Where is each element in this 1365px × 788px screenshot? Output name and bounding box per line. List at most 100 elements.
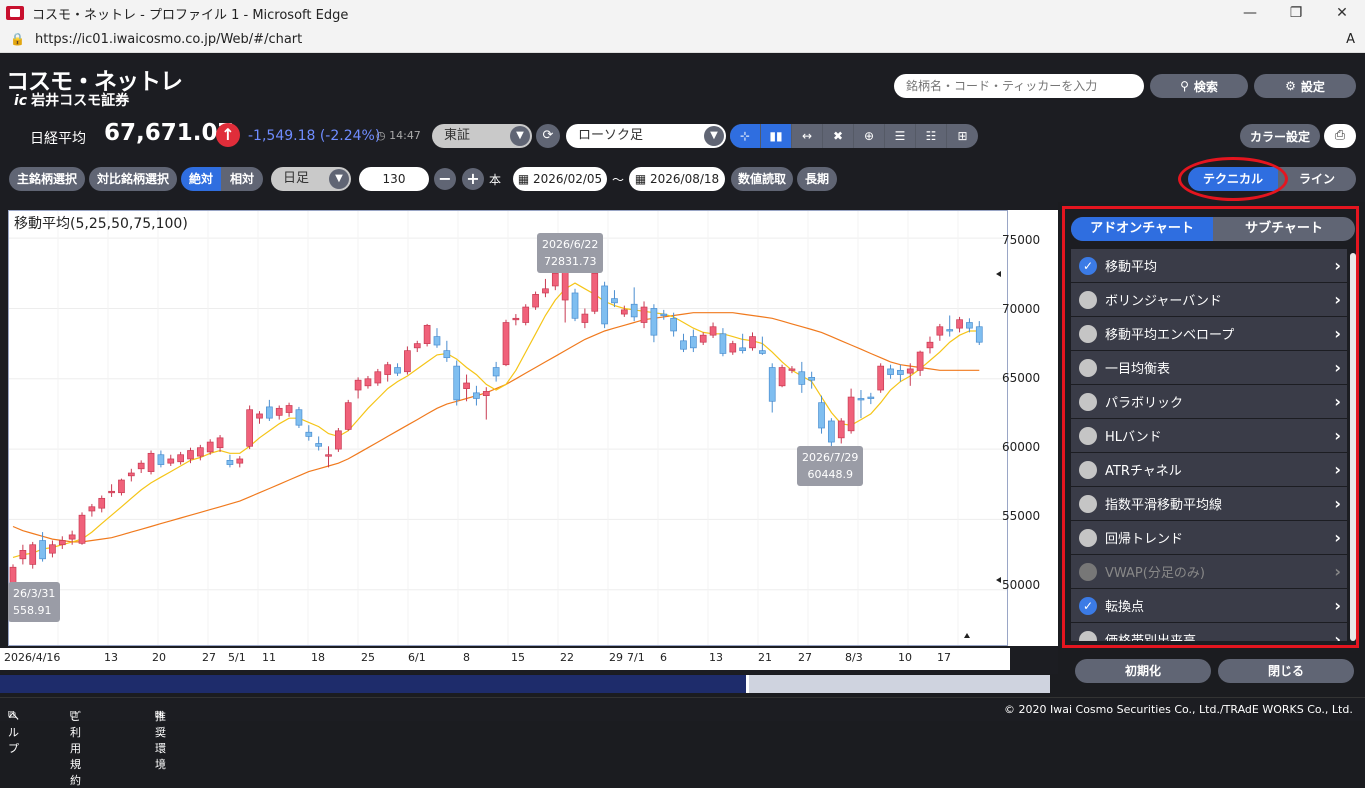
range-tool-icon[interactable]: ↔ (792, 124, 823, 148)
unchecked-icon[interactable] (1079, 562, 1097, 581)
price-chart[interactable]: 移動平均(5,25,50,75,100) 2026/6/22 72831.73 2… (8, 210, 1008, 646)
technical-panel: アドオンチャート サブチャート ✓ 移動平均 › ボリンジャーバンド › 移動平均エンベロ… (1062, 206, 1359, 648)
zoom-tool-icon[interactable]: ⊕ (854, 124, 885, 148)
panel-scrollbar[interactable] (1350, 253, 1356, 641)
candle-body (561, 271, 569, 301)
indicator-item[interactable]: 指数平滑移動平均線 › (1071, 487, 1347, 521)
indicator-item[interactable]: ✓ 転換点 › (1071, 589, 1347, 623)
url-text[interactable]: https://ic01.iwaicosmo.co.jp/Web/#/chart (35, 32, 302, 47)
relative-toggle[interactable]: 相対 (221, 167, 263, 191)
unchecked-icon[interactable] (1079, 460, 1097, 479)
refresh-button[interactable]: ⟳ (536, 124, 560, 148)
candle-body (650, 308, 658, 336)
candle-body (295, 409, 303, 426)
color-settings-button[interactable]: カラー設定 (1240, 124, 1320, 148)
indicator-item[interactable]: 移動平均エンベロープ › (1071, 317, 1347, 351)
indicator-label: 転換点 (1105, 600, 1145, 615)
tab-sub-chart[interactable]: サブチャート (1213, 217, 1355, 241)
main-symbol-button[interactable]: 主銘柄選択 (9, 167, 85, 191)
candle-body (630, 303, 638, 318)
close-panel-button[interactable]: 閉じる (1218, 659, 1354, 683)
candle-body (818, 402, 825, 429)
unchecked-icon[interactable] (1079, 528, 1097, 547)
unchecked-icon[interactable] (1079, 494, 1097, 513)
minimize-icon[interactable]: — (1227, 5, 1273, 21)
chart-type-select[interactable]: ローソク足 ▼ (566, 124, 726, 148)
unchecked-icon[interactable] (1079, 392, 1097, 411)
candle-body (936, 326, 944, 336)
candle-body (29, 544, 37, 565)
tab-addon-chart[interactable]: アドオンチャート (1071, 217, 1213, 241)
unchecked-icon[interactable] (1079, 426, 1097, 445)
read-aloud-icon[interactable]: A (1346, 32, 1355, 47)
candlestick-chart[interactable] (8, 210, 1008, 646)
calendar-icon: ▦ (517, 172, 533, 186)
volume-bars-tool-icon[interactable]: ▮▮ (761, 124, 792, 148)
search-button[interactable]: ⚲ 検索 (1150, 74, 1248, 98)
checked-icon[interactable]: ✓ (1079, 256, 1097, 275)
line-tab[interactable]: ライン (1278, 167, 1356, 191)
indicator-item[interactable]: ボリンジャーバンド › (1071, 283, 1347, 317)
close-icon[interactable]: ✕ (1319, 5, 1365, 21)
restore-icon[interactable]: ❐ (1273, 5, 1319, 21)
x-tick: 13 (709, 651, 723, 664)
indicator-item[interactable]: 回帰トレンド › (1071, 521, 1347, 555)
grid-tool-icon[interactable]: ⊞ (947, 124, 978, 148)
bar-count-input[interactable]: 130 (359, 167, 429, 191)
market-select[interactable]: 東証 ▼ (432, 124, 532, 148)
print-icon[interactable]: ⎙ (1324, 124, 1356, 148)
brand-company: ic 岩井コスモ証券 (14, 90, 129, 110)
indicator-item[interactable]: HLバンド › (1071, 419, 1347, 453)
candle-body (394, 367, 401, 374)
date-to-input[interactable]: ▦ 2026/08/18 (629, 167, 725, 191)
candle-body (660, 313, 668, 316)
unchecked-icon[interactable] (1079, 290, 1097, 309)
candle-body (926, 341, 934, 349)
indicator-item[interactable]: パラボリック › (1071, 385, 1347, 419)
clear-tool-icon[interactable]: ✖ (823, 124, 854, 148)
high-annotation: 2026/6/22 72831.73 (537, 233, 604, 273)
settings-button[interactable]: ⚙ 設定 (1254, 74, 1356, 98)
search-input[interactable] (894, 74, 1144, 98)
chart-area[interactable]: 移動平均(5,25,50,75,100) 2026/6/22 72831.73 2… (0, 202, 1058, 674)
indicator-item[interactable]: 価格帯別出来高 › (1071, 623, 1347, 641)
index-name: 日経平均 (30, 131, 86, 147)
compare-symbol-button[interactable]: 対比銘柄選択 (89, 167, 177, 191)
list-tool-icon[interactable]: ☰ (885, 124, 916, 148)
candle-body (670, 317, 677, 332)
x-axis: 2026/4/16 13 20 27 5/1 11 18 25 6/1 8 15… (0, 648, 1010, 670)
unchecked-icon[interactable] (1079, 324, 1097, 343)
absolute-toggle[interactable]: 絶対 (181, 167, 221, 191)
candle-body (739, 347, 746, 351)
indicator-item[interactable]: VWAP(分足のみ) › (1071, 555, 1347, 589)
chart-navigator[interactable] (0, 675, 1050, 693)
date-from-input[interactable]: ▦ 2026/02/05 (513, 167, 607, 191)
quote-bar: 日経平均 67,671.07 ↑ -1,549.18 (-2.24%) ◷ 14… (0, 116, 1365, 156)
reset-button[interactable]: 初期化 (1075, 659, 1211, 683)
candle-body (798, 371, 806, 385)
date-range-separator: 〜 (612, 173, 625, 187)
list-search-tool-icon[interactable]: ☷ (916, 124, 947, 148)
indicator-item[interactable]: 一目均衡表 › (1071, 351, 1347, 385)
indicator-item[interactable]: ✓ 移動平均 › (1071, 249, 1347, 283)
candle-body (177, 454, 184, 463)
address-bar[interactable]: 🔒 https://ic01.iwaicosmo.co.jp/Web/#/cha… (0, 26, 1365, 53)
minus-icon[interactable]: − (434, 168, 456, 190)
indicator-item[interactable]: ATRチャネル › (1071, 453, 1347, 487)
low-annotation: 2026/7/29 60448.9 (797, 446, 864, 486)
chevron-down-icon: ▼ (329, 169, 349, 189)
long-term-button[interactable]: 長期 (797, 167, 837, 191)
unchecked-icon[interactable] (1079, 630, 1097, 641)
read-values-button[interactable]: 数値読取 (731, 167, 793, 191)
navigator-handle[interactable] (746, 675, 1050, 693)
unchecked-icon[interactable] (1079, 358, 1097, 377)
candle-body (216, 437, 224, 449)
chevron-right-icon: › (1334, 630, 1341, 641)
candle-body (847, 396, 855, 432)
plus-icon[interactable]: + (462, 168, 484, 190)
crosshair-tool-icon[interactable]: ⊹ (730, 124, 761, 148)
x-tick: 25 (361, 651, 375, 664)
period-select[interactable]: 日足 ▼ (271, 167, 351, 191)
checked-icon[interactable]: ✓ (1079, 596, 1097, 615)
lock-icon[interactable]: 🔒 (10, 32, 25, 46)
